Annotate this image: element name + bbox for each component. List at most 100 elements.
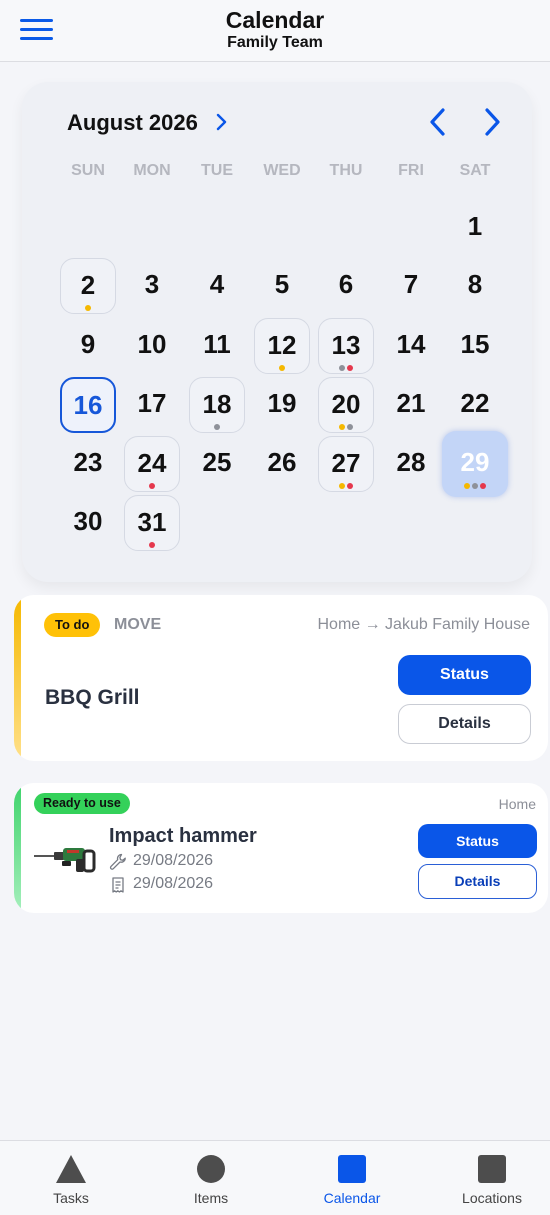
day-number: 7 <box>403 269 419 299</box>
calendar-day-29[interactable]: 29 <box>442 431 508 497</box>
event-dots <box>125 542 179 548</box>
tab-label: Items <box>193 1190 229 1206</box>
event-dots <box>190 424 244 430</box>
event-dot-gray <box>214 424 220 430</box>
circle-icon <box>197 1155 225 1183</box>
day-number: 25 <box>202 447 232 477</box>
event-dot-gray <box>339 365 345 371</box>
calendar-day-11[interactable]: 11 <box>189 318 245 374</box>
calendar-day-6[interactable]: 6 <box>318 258 374 314</box>
calendar-day-5[interactable]: 5 <box>254 258 310 314</box>
page-subtitle: Family Team <box>227 34 323 51</box>
calendar-day-15[interactable]: 15 <box>447 318 503 374</box>
item-status-button[interactable]: Status <box>418 824 537 858</box>
task-name: BBQ Grill <box>45 686 140 709</box>
tab-label: Calendar <box>323 1190 381 1206</box>
calendar-day-19[interactable]: 19 <box>254 377 310 433</box>
day-number: 30 <box>73 506 103 536</box>
tab-locations[interactable]: Locations <box>422 1141 550 1215</box>
task-card[interactable]: To do MOVE Home → Jakub Family House BBQ… <box>14 595 548 761</box>
page-title: Calendar <box>225 7 325 33</box>
calendar-day-25[interactable]: 25 <box>189 436 245 492</box>
event-dot-gray <box>347 424 353 430</box>
next-month-icon[interactable] <box>478 106 506 138</box>
calendar-day-10[interactable]: 10 <box>124 318 180 374</box>
task-details-button[interactable]: Details <box>398 704 531 744</box>
event-dot-red <box>480 483 486 489</box>
status-badge: To do <box>44 613 101 637</box>
calendar-day-21[interactable]: 21 <box>383 377 439 433</box>
calendar-day-7[interactable]: 7 <box>383 258 439 314</box>
calendar-day-18[interactable]: 18 <box>189 377 245 433</box>
calendar-day-3[interactable]: 3 <box>124 258 180 314</box>
tab-items[interactable]: Items <box>141 1141 281 1215</box>
calendar-day-2[interactable]: 2 <box>60 258 116 314</box>
task-status-button[interactable]: Status <box>398 655 531 695</box>
day-number: 26 <box>267 447 297 477</box>
calendar-day-22[interactable]: 22 <box>447 377 503 433</box>
event-dot-yellow <box>85 305 91 311</box>
day-number: 13 <box>331 330 361 360</box>
calendar-day-13[interactable]: 13 <box>318 318 374 374</box>
service-date: 29/08/2026 <box>133 852 214 869</box>
invoice-date: 29/08/2026 <box>133 875 214 892</box>
calendar-day-1[interactable]: 1 <box>447 200 503 256</box>
calendar-day-14[interactable]: 14 <box>383 318 439 374</box>
day-number: 20 <box>331 389 361 419</box>
day-number: 27 <box>331 448 361 478</box>
event-dot-yellow <box>339 424 345 430</box>
item-card[interactable]: Ready to use Home Impact hammer 29/08/20… <box>14 783 548 913</box>
tab-tasks[interactable]: Tasks <box>1 1141 141 1215</box>
calendar-day-8[interactable]: 8 <box>447 258 503 314</box>
calendar-day-20[interactable]: 20 <box>318 377 374 433</box>
weekday-sat: SAT <box>459 162 491 179</box>
event-dot-red <box>149 483 155 489</box>
day-number: 15 <box>460 329 490 359</box>
task-type-label: MOVE <box>114 616 162 633</box>
event-dots <box>319 483 373 489</box>
day-number: 29 <box>460 447 490 477</box>
month-label[interactable]: August 2026 <box>67 110 198 136</box>
calendar-day-26[interactable]: 26 <box>254 436 310 492</box>
day-number: 3 <box>144 269 160 299</box>
day-number: 5 <box>274 269 290 299</box>
task-route-label: Home → Jakub Family House <box>317 616 530 633</box>
calendar-day-16[interactable]: 16 <box>60 377 116 433</box>
square-icon <box>338 1155 366 1183</box>
day-number: 6 <box>338 269 354 299</box>
day-number: 2 <box>80 270 96 300</box>
day-number: 17 <box>137 388 167 418</box>
day-number: 16 <box>73 390 103 420</box>
weekday-fri: FRI <box>398 162 424 179</box>
tab-label: Tasks <box>53 1190 89 1206</box>
calendar-day-28[interactable]: 28 <box>383 436 439 492</box>
day-number: 24 <box>137 448 167 478</box>
event-dot-yellow <box>279 365 285 371</box>
event-dots <box>319 365 373 371</box>
day-number: 14 <box>396 329 426 359</box>
previous-month-icon[interactable] <box>424 106 452 138</box>
calendar-day-30[interactable]: 30 <box>60 495 116 551</box>
tab-calendar[interactable]: Calendar <box>282 1141 422 1215</box>
item-location-label: Home <box>498 796 536 812</box>
calendar-day-27[interactable]: 27 <box>318 436 374 492</box>
month-picker-chevron-icon[interactable] <box>213 111 231 133</box>
day-number: 28 <box>396 447 426 477</box>
bottom-tab-bar: Tasks Items Calendar Locations <box>0 1140 550 1215</box>
item-details-button[interactable]: Details <box>418 864 537 899</box>
calendar-day-12[interactable]: 12 <box>254 318 310 374</box>
event-dots <box>442 483 508 489</box>
event-dots <box>61 305 115 311</box>
event-dot-yellow <box>464 483 470 489</box>
day-number: 12 <box>267 330 297 360</box>
calendar-day-9[interactable]: 9 <box>60 318 116 374</box>
triangle-icon <box>56 1155 86 1183</box>
calendar-day-17[interactable]: 17 <box>124 377 180 433</box>
weekday-sun: SUN <box>71 162 105 179</box>
weekday-wed: WED <box>263 162 301 179</box>
weekday-tue: TUE <box>201 162 233 179</box>
calendar-day-24[interactable]: 24 <box>124 436 180 492</box>
calendar-day-4[interactable]: 4 <box>189 258 245 314</box>
calendar-day-23[interactable]: 23 <box>60 436 116 492</box>
calendar-day-31[interactable]: 31 <box>124 495 180 551</box>
